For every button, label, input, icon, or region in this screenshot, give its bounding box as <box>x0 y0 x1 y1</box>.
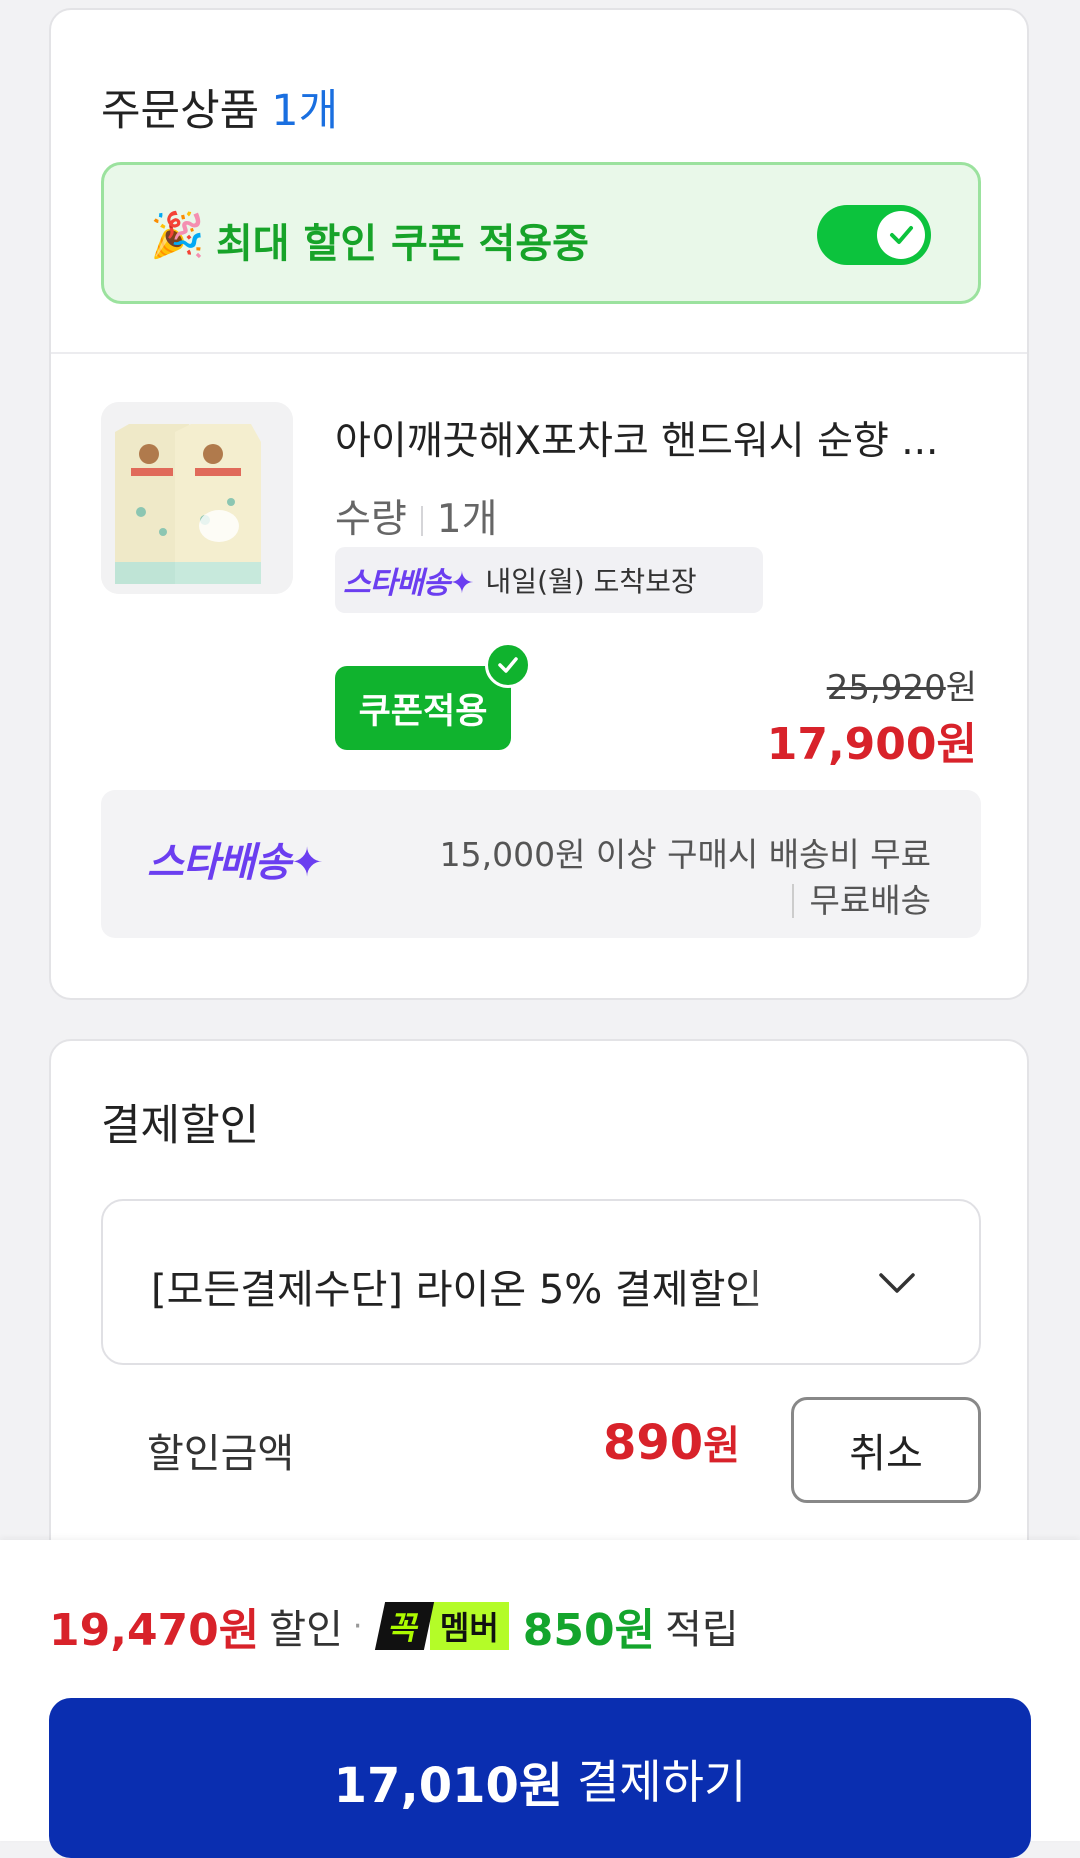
pay-amount: 17,010원 <box>333 1758 564 1814</box>
total-discount-amount: 19,470원 <box>49 1605 260 1656</box>
max-coupon-label: 최대 할인 쿠폰 적용중 <box>216 221 589 267</box>
checkmark-icon <box>890 226 913 244</box>
star-delivery-logo: 스타배송✦ <box>343 566 475 601</box>
reward-points-amount: 850원 <box>522 1605 656 1656</box>
text-fade-overlay <box>733 1201 883 1363</box>
original-price-unit: 원 <box>945 668 977 708</box>
product-thumbnail[interactable] <box>101 402 293 594</box>
order-section-title: 주문상품 1개 <box>101 76 338 138</box>
checkout-bottom-bar: 19,470원 할인 · 꼭 멤버 850원 적립 17,010원 결제하기 <box>0 1540 1080 1858</box>
order-title-text: 주문상품 <box>101 86 260 136</box>
coupon-applied-check-icon <box>485 642 531 688</box>
original-price: 25,920원 <box>827 660 977 709</box>
quantity-row: 수량 1개 <box>335 488 497 544</box>
payment-discount-select[interactable]: [모든결제수단] 라이온 5% 결제할인 <box>101 1199 981 1365</box>
payment-discount-card: 결제할인 [모든결제수단] 라이온 5% 결제할인 할인금액 890원 취소 <box>49 1039 1029 1599</box>
toggle-knob <box>877 211 925 259</box>
cancel-discount-button[interactable]: 취소 <box>791 1397 981 1503</box>
quantity-label: 수량 <box>335 497 407 542</box>
coupon-apply-button[interactable]: 쿠폰적용 <box>335 666 511 750</box>
discount-amount-label: 할인금액 <box>147 1431 295 1477</box>
discount-word: 할인 <box>269 1607 343 1653</box>
original-price-value: 25,920 <box>826 668 946 708</box>
chevron-down-icon <box>879 1273 915 1293</box>
summary-dot-separator: · <box>352 1608 363 1644</box>
reward-word: 적립 <box>665 1607 739 1653</box>
product-name[interactable]: 아이깨끗해X포차코 핸드워시 순향 ... <box>335 410 938 466</box>
shipping-info-box: 스타배송✦ 15,000원 이상 구매시 배송비 무료 무료배송 <box>101 790 981 938</box>
member-badge-label: 멤버 <box>429 1602 509 1650</box>
shipping-fee-row: 무료배송 <box>791 874 931 922</box>
selected-discount-option: [모든결제수단] 라이온 5% 결제할인 <box>151 1267 763 1313</box>
shipping-fee-status: 무료배송 <box>809 881 931 920</box>
quantity-value: 1개 <box>436 497 498 542</box>
discount-amount-unit: 원 <box>703 1423 741 1469</box>
pay-button[interactable]: 17,010원 결제하기 <box>49 1698 1031 1858</box>
discount-amount: 890원 <box>603 1413 740 1471</box>
order-items-card: 주문상품1개 🎉 최대 할인 쿠폰 적용중 아이깨끗해X포차코 핸드워시 순향 <box>49 8 1029 1000</box>
discount-amount-value: 890 <box>603 1415 704 1471</box>
star-delivery-logo: 스타배송✦ <box>147 840 324 886</box>
section-divider <box>51 352 1027 354</box>
payment-discount-title: 결제할인 <box>101 1101 260 1151</box>
order-item-count: 1개 <box>271 86 339 136</box>
party-popper-icon: 🎉 <box>150 210 205 261</box>
sale-price: 17,900원 <box>766 719 977 770</box>
pay-button-label: 결제하기 <box>577 1755 747 1809</box>
quantity-separator <box>420 506 423 536</box>
member-badge-prefix: 꼭 <box>375 1602 435 1650</box>
delivery-guarantee-text: 내일(월) 도착보장 <box>485 565 697 598</box>
free-shipping-condition: 15,000원 이상 구매시 배송비 무료 <box>439 835 931 874</box>
shipping-separator <box>791 884 794 918</box>
max-coupon-banner: 🎉 최대 할인 쿠폰 적용중 <box>101 162 981 304</box>
delivery-guarantee-chip: 스타배송✦ 내일(월) 도착보장 <box>335 547 763 613</box>
product-image <box>101 402 293 594</box>
savings-summary: 19,470원 할인 · 꼭 멤버 850원 적립 <box>49 1594 739 1658</box>
coupon-toggle[interactable] <box>817 205 931 265</box>
member-badge: 꼭 멤버 <box>375 1602 509 1650</box>
